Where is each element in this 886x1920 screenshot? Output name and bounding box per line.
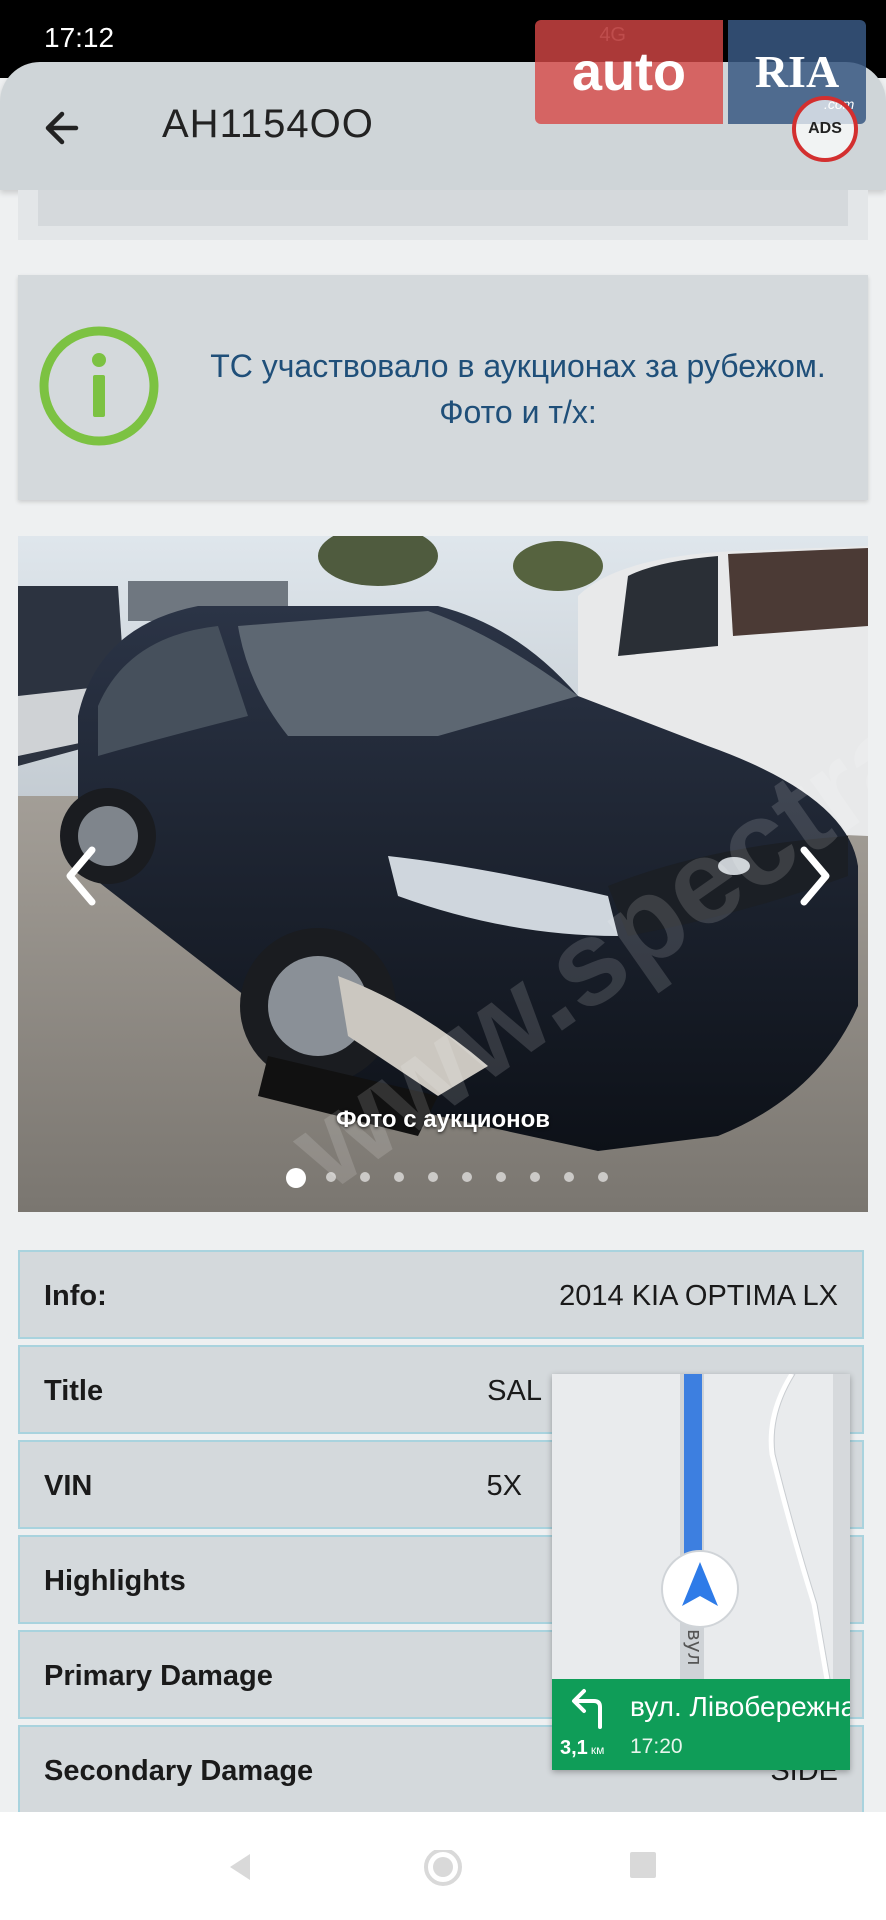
info-icon — [39, 326, 159, 446]
detail-label: Highlights — [44, 1565, 186, 1597]
system-back-icon[interactable] — [224, 1850, 258, 1884]
status-time: 17:12 — [44, 22, 115, 53]
auction-photo-carousel[interactable]: www.spectra.co Фото с аукционов — [18, 536, 868, 1212]
carousel-prev-icon[interactable] — [56, 836, 106, 916]
detail-label: Primary Damage — [44, 1660, 273, 1692]
detail-label: Title — [44, 1375, 104, 1407]
navigation-map: вул — [552, 1374, 850, 1680]
carousel-dot[interactable] — [360, 1172, 370, 1182]
road-label: вул — [683, 1629, 707, 1665]
navigation-banner[interactable]: вул. Лівобережна 3,1 км 17:20 — [552, 1679, 850, 1770]
detail-label: Secondary Damage — [44, 1755, 314, 1787]
detail-row-info: Info: 2014 KIA OPTIMA LX — [18, 1250, 864, 1339]
detail-value: 2014 KIA OPTIMA LX — [559, 1280, 838, 1312]
page-title: AH1154OO — [162, 102, 374, 146]
ads-off-badge[interactable]: ADS — [792, 96, 858, 162]
navigation-eta: 17:20 — [630, 1735, 683, 1758]
carousel-dot[interactable] — [286, 1168, 306, 1188]
detail-value: SAL — [487, 1375, 542, 1407]
detail-label: VIN — [44, 1470, 93, 1502]
detail-value: 5X — [486, 1470, 522, 1502]
auction-info-text: ТС участвовало в аукционах за рубежом. Ф… — [210, 348, 826, 430]
carousel-dot[interactable] — [428, 1172, 438, 1182]
auction-info-card: ТС участвовало в аукционах за рубежом. Ф… — [18, 275, 868, 500]
previous-card-remnant — [18, 190, 868, 240]
carousel-dot[interactable] — [462, 1172, 472, 1182]
logo-auto: auto — [535, 20, 723, 124]
navigation-overlay[interactable]: вул вул. Лівобережна 3,1 км 17:20 — [552, 1374, 850, 1770]
detail-label: Info: — [44, 1280, 107, 1312]
distance-unit: км — [590, 1743, 605, 1757]
carousel-dot[interactable] — [530, 1172, 540, 1182]
carousel-dot[interactable] — [394, 1172, 404, 1182]
turn-left-icon — [572, 1689, 602, 1729]
carousel-next-icon[interactable] — [790, 836, 840, 916]
carousel-dot[interactable] — [496, 1172, 506, 1182]
navigation-distance: 3,1 км — [560, 1737, 604, 1760]
navigation-street: вул. Лівобережна — [630, 1691, 850, 1722]
carousel-dot[interactable] — [598, 1172, 608, 1182]
distance-value: 3,1 — [560, 1737, 588, 1759]
carousel-dot[interactable] — [326, 1172, 336, 1182]
system-home-icon[interactable] — [420, 1850, 466, 1896]
back-arrow-icon[interactable] — [36, 100, 92, 156]
carousel-caption: Фото с аукционов — [335, 1106, 551, 1133]
system-recents-icon[interactable] — [628, 1850, 658, 1880]
carousel-dot[interactable] — [564, 1172, 574, 1182]
system-nav-bar — [0, 1812, 886, 1920]
